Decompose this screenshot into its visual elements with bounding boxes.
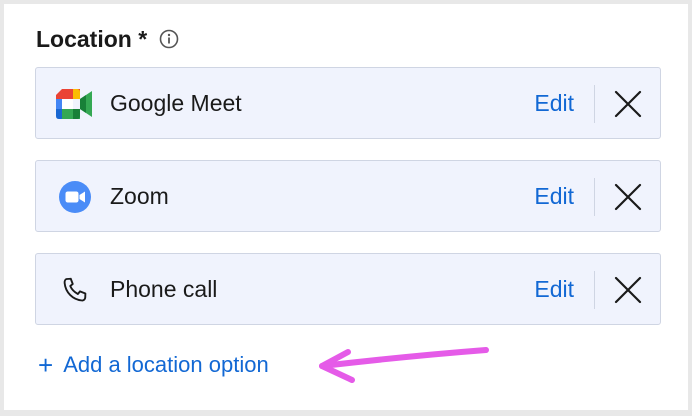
edit-button[interactable]: Edit	[534, 254, 574, 324]
add-location-option-button[interactable]: + Add a location option	[38, 348, 269, 382]
plus-icon: +	[38, 350, 54, 380]
close-icon[interactable]	[614, 90, 642, 118]
close-icon[interactable]	[614, 183, 642, 211]
annotation-arrow	[319, 347, 489, 383]
location-row-phone-call: Phone call Edit	[35, 253, 661, 325]
divider	[594, 85, 595, 123]
edit-button[interactable]: Edit	[534, 161, 574, 231]
location-row-google-meet: Google Meet Edit	[35, 67, 661, 139]
zoom-icon	[56, 178, 94, 216]
divider	[594, 178, 595, 216]
location-panel: Location * Google Meet Edit Zoom Edit Ph…	[4, 4, 688, 410]
divider	[594, 271, 595, 309]
location-name: Google Meet	[110, 90, 242, 116]
info-icon[interactable]	[159, 29, 179, 49]
close-icon[interactable]	[614, 276, 642, 304]
location-label-row: Location *	[36, 24, 179, 54]
location-name: Phone call	[110, 276, 218, 302]
location-row-zoom: Zoom Edit	[35, 160, 661, 232]
location-label: Location *	[36, 25, 148, 52]
google-meet-icon	[56, 85, 94, 123]
edit-button[interactable]: Edit	[534, 68, 574, 138]
location-name: Zoom	[110, 183, 169, 209]
add-location-option-label: Add a location option	[63, 352, 269, 377]
phone-icon	[56, 271, 94, 309]
